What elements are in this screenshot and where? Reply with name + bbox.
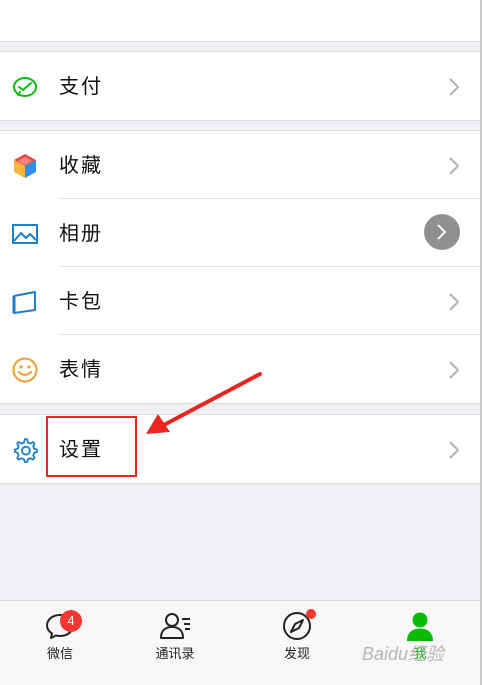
pay-group: 支付 xyxy=(0,51,480,121)
tab-contacts[interactable]: 通讯录 xyxy=(115,601,235,685)
person-icon xyxy=(407,612,433,641)
discover-notification-dot xyxy=(306,609,316,619)
floating-assistive-button[interactable] xyxy=(424,214,460,250)
album-label: 相册 xyxy=(59,221,103,245)
cube-icon xyxy=(14,154,36,178)
pay-label: 支付 xyxy=(59,74,103,98)
tab-discover[interactable]: 发现 xyxy=(237,601,357,685)
highlight-box xyxy=(46,416,137,477)
cards-label: 卡包 xyxy=(59,289,103,313)
chevron-right-icon xyxy=(449,78,460,96)
tab-chats-label: 微信 xyxy=(46,647,73,662)
smiley-icon xyxy=(12,357,38,383)
unread-badge: 4 xyxy=(60,610,82,632)
chevron-right-icon xyxy=(449,293,460,311)
gear-icon xyxy=(13,438,38,463)
chevron-right-icon xyxy=(449,441,460,459)
favorites-row[interactable]: 收藏 xyxy=(0,131,480,199)
wallet-icon xyxy=(13,77,37,97)
chevron-right-icon xyxy=(437,224,447,240)
photo-icon xyxy=(12,224,38,244)
favorites-label: 收藏 xyxy=(59,153,103,177)
tab-discover-label: 发现 xyxy=(283,647,310,662)
contacts-icon xyxy=(160,613,190,639)
chevron-right-icon xyxy=(449,361,460,379)
stickers-label: 表情 xyxy=(59,357,103,381)
profile-section[interactable] xyxy=(0,0,480,42)
cards-row[interactable]: 卡包 xyxy=(0,267,480,335)
annotation-arrow-icon xyxy=(146,372,262,434)
features-group: 收藏 相册 卡包 表情 xyxy=(0,130,480,404)
tab-contacts-label: 通讯录 xyxy=(155,647,195,662)
card-wallet-icon xyxy=(12,291,36,314)
tab-chats[interactable]: 4 微信 xyxy=(0,601,120,685)
watermark: Baidu经验 xyxy=(362,644,445,664)
pay-row[interactable]: 支付 xyxy=(0,52,480,120)
album-row[interactable]: 相册 xyxy=(0,199,480,267)
chevron-right-icon xyxy=(449,157,460,175)
